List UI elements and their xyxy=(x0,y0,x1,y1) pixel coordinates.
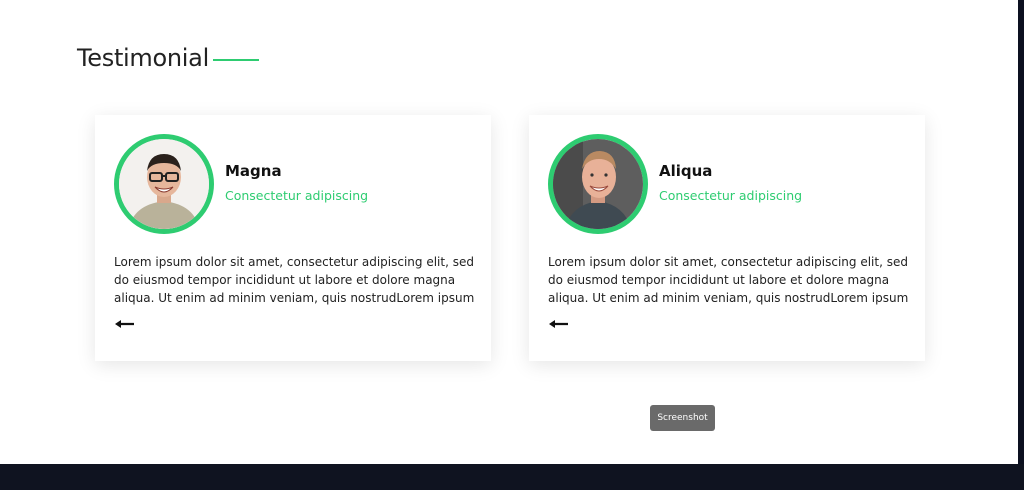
testimonial-quote: Lorem ipsum dolor sit amet, consectetur … xyxy=(548,255,909,305)
avatar xyxy=(114,134,214,234)
page-right-edge xyxy=(1018,0,1024,490)
arrow-left-icon[interactable] xyxy=(114,316,136,332)
testimonial-role: Consectetur adipiscing xyxy=(225,188,369,203)
arrow-left-icon[interactable] xyxy=(548,316,570,332)
testimonial-name: Magna xyxy=(225,162,282,180)
title-accent-line xyxy=(212,59,259,61)
avatar-photo-man-glasses xyxy=(119,139,209,229)
testimonial-card: Magna Consectetur adipiscing Lorem ipsum… xyxy=(95,115,491,361)
footer-bar xyxy=(0,464,1024,490)
testimonial-quote: Lorem ipsum dolor sit amet, consectetur … xyxy=(114,255,475,305)
testimonial-role: Consectetur adipiscing xyxy=(659,188,803,203)
testimonial-name: Aliqua xyxy=(659,162,713,180)
testimonial-card: Aliqua Consectetur adipiscing Lorem ipsu… xyxy=(529,115,925,361)
avatar-photo-man-smiling xyxy=(553,139,643,229)
screenshot-tooltip: Screenshot xyxy=(650,405,715,431)
avatar xyxy=(548,134,648,234)
section-header: Testimonial xyxy=(77,44,259,72)
section-title: Testimonial xyxy=(77,44,209,72)
